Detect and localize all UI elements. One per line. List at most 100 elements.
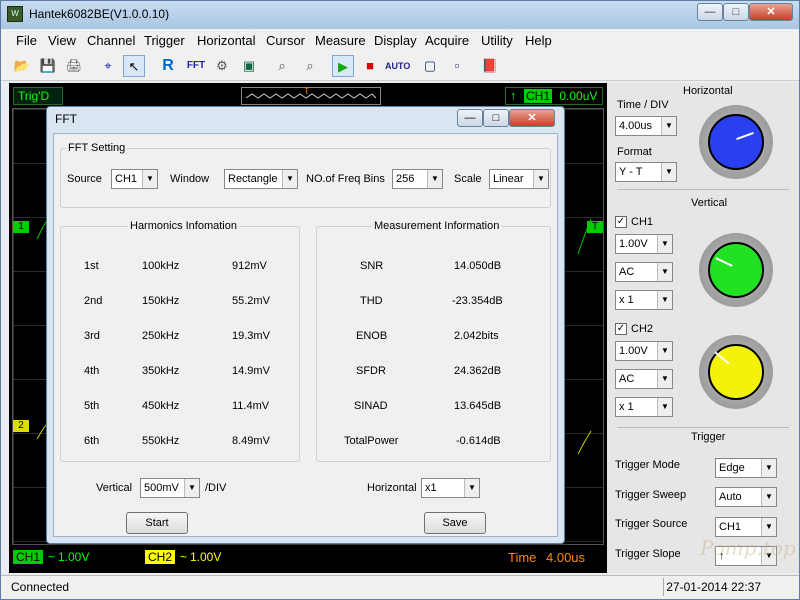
fft-dialog: FFT — □ ✕ FFT Setting Source CH1 ▼ Windo… (46, 106, 565, 544)
dialog-maximize-button[interactable]: □ (483, 109, 509, 127)
harmonic-amplitude: 8.49mV (232, 435, 270, 447)
trigger-section-title: Trigger (691, 431, 726, 443)
harmonic-frequency: 550kHz (142, 435, 180, 447)
run-icon[interactable]: ▶ (332, 55, 354, 77)
waveform-preview-icon (245, 93, 377, 99)
fit-icon[interactable]: ▢ (419, 55, 441, 77)
horizontal-knob[interactable] (699, 105, 773, 179)
timediv-value: 4.00us (619, 120, 653, 132)
ch2-level-marker[interactable]: 2 (13, 420, 29, 432)
rising-edge-icon: ↑ (510, 88, 517, 103)
harmonic-order: 4th (84, 365, 100, 377)
minimize-button[interactable]: — (697, 3, 723, 21)
dialog-close-button[interactable]: ✕ (509, 109, 555, 127)
format-label: Format (617, 146, 652, 158)
harmonic-amplitude: 11.4mV (232, 400, 270, 412)
measurement-name: THD (360, 295, 383, 307)
maximize-button[interactable]: □ (723, 3, 749, 21)
window-select[interactable]: Rectangle ▼ (224, 169, 298, 189)
menu-acquire[interactable]: Acquire (425, 33, 469, 48)
menu-trigger[interactable]: Trigger (144, 33, 185, 48)
trigger-source-value: CH1 (719, 521, 742, 533)
chevron-down-icon: ▼ (657, 263, 672, 281)
ch1-checkbox[interactable]: ✓ (615, 216, 627, 228)
trigger-position-strip[interactable]: T (241, 86, 381, 105)
harmonic-frequency: 150kHz (142, 295, 180, 307)
trig-status: Trig'D (13, 87, 63, 105)
measurement-name: SNR (360, 260, 384, 272)
vertical-scale-select[interactable]: 500mV ▼ (140, 478, 200, 498)
open-icon[interactable]: 📂 (11, 55, 33, 77)
ch1-knob[interactable] (699, 233, 773, 307)
auto-icon[interactable]: AUTO (385, 55, 410, 77)
save-icon[interactable]: 💾 (37, 55, 59, 77)
fft-icon[interactable]: FFT (185, 55, 207, 77)
layout-icon[interactable]: ▫ (446, 55, 468, 77)
horizontal-section-title: Horizontal (683, 85, 733, 97)
ch2-knob[interactable] (699, 335, 773, 409)
ch2-probe-value: x 1 (619, 401, 634, 413)
menu-channel[interactable]: Channel (87, 33, 135, 48)
trigger-level-marker[interactable]: T (587, 221, 603, 233)
fft-dialog-body: FFT Setting Source CH1 ▼ Window Rectangl… (53, 133, 558, 537)
app-logo-icon: W (7, 6, 23, 22)
pointer-icon[interactable]: ↖ (123, 55, 145, 77)
ch1-volts-select[interactable]: 1.00V ▼ (615, 234, 673, 254)
scale-select[interactable]: Linear ▼ (489, 169, 549, 189)
chevron-down-icon: ▼ (142, 170, 157, 188)
chevron-down-icon: ▼ (533, 170, 548, 188)
zoom-out-icon[interactable]: ⌕ (299, 55, 321, 77)
measurement-title: Measurement Information (372, 220, 502, 232)
menu-utility[interactable]: Utility (481, 33, 513, 48)
bins-select[interactable]: 256 ▼ (392, 169, 443, 189)
menu-view[interactable]: View (48, 33, 76, 48)
harmonic-amplitude: 19.3mV (232, 330, 270, 342)
harmonic-amplitude: 55.2mV (232, 295, 270, 307)
trigger-source-select[interactable]: CH1 ▼ (715, 517, 777, 537)
display-icon[interactable]: ▣ (238, 55, 260, 77)
cursor-cross-icon[interactable]: ⌖ (97, 55, 119, 77)
menu-bar: File View Channel Trigger Horizontal Cur… (1, 29, 799, 51)
print-icon[interactable]: 🖨 (63, 55, 85, 77)
start-button[interactable]: Start (126, 512, 188, 534)
trigger-mode-select[interactable]: Edge ▼ (715, 458, 777, 478)
ch2-probe-select[interactable]: x 1 ▼ (615, 397, 673, 417)
zoom-in-icon[interactable]: ⌕ (271, 55, 293, 77)
harmonic-frequency: 250kHz (142, 330, 180, 342)
menu-file[interactable]: File (16, 33, 37, 48)
chevron-down-icon: ▼ (761, 518, 776, 536)
math-icon[interactable]: ⚙ (211, 55, 233, 77)
menu-help[interactable]: Help (525, 33, 552, 48)
menu-cursor[interactable]: Cursor (266, 33, 305, 48)
ch2-volts-select[interactable]: 1.00V ▼ (615, 341, 673, 361)
close-button[interactable]: ✕ (749, 3, 793, 21)
harmonic-amplitude: 912mV (232, 260, 267, 272)
save-button[interactable]: Save (424, 512, 486, 534)
horizontal-scale-select[interactable]: x1 ▼ (421, 478, 480, 498)
menu-measure[interactable]: Measure (315, 33, 366, 48)
ch2-checkbox[interactable]: ✓ (615, 323, 627, 335)
ch1-coupling-select[interactable]: AC ▼ (615, 262, 673, 282)
scale-label: Scale (454, 173, 482, 185)
ch1-level-marker[interactable]: 1 (13, 221, 29, 233)
source-select[interactable]: CH1 ▼ (111, 169, 158, 189)
ch1-probe-select[interactable]: x 1 ▼ (615, 290, 673, 310)
format-select[interactable]: Y - T ▼ (615, 162, 677, 182)
vertical-section-title: Vertical (691, 197, 728, 209)
timediv-select[interactable]: 4.00us ▼ (615, 116, 677, 136)
stop-icon[interactable]: ■ (359, 55, 381, 77)
chevron-down-icon: ▼ (657, 398, 672, 416)
menu-display[interactable]: Display (374, 33, 417, 48)
reference-icon[interactable]: R (157, 55, 179, 77)
dialog-minimize-button[interactable]: — (457, 109, 483, 127)
trigger-sweep-select[interactable]: Auto ▼ (715, 487, 777, 507)
horizontal-scale-value: x1 (425, 482, 437, 494)
ch2-coupling-select[interactable]: AC ▼ (615, 369, 673, 389)
divider (617, 427, 789, 428)
ch2-coupling-value: AC (619, 373, 635, 385)
bins-value: 256 (396, 173, 415, 185)
menu-horizontal[interactable]: Horizontal (197, 33, 256, 48)
status-date: 27-01-2014 22:37 (666, 580, 761, 594)
book-icon[interactable]: 📕 (479, 55, 501, 77)
measurement-value: -0.614dB (456, 435, 501, 447)
